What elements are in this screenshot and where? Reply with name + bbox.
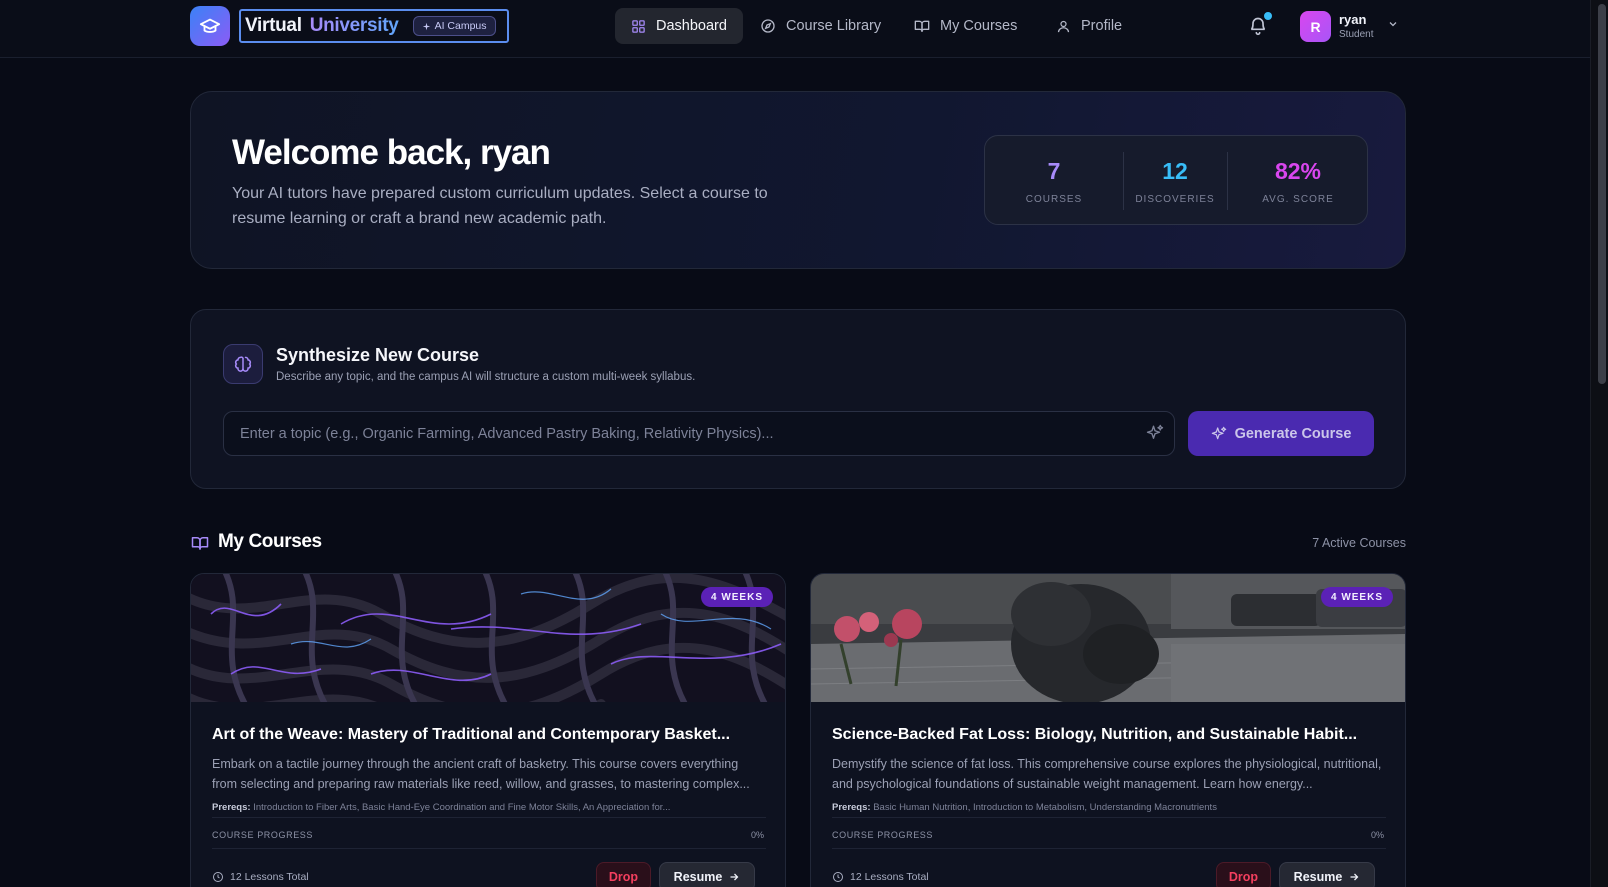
lessons-count: 12 Lessons Total	[832, 871, 929, 883]
course-title[interactable]: Science-Backed Fat Loss: Biology, Nutrit…	[832, 726, 1386, 744]
stat-courses: 7 COURSES	[985, 136, 1123, 226]
nav-profile[interactable]: Profile	[1040, 8, 1138, 44]
nav-profile-label: Profile	[1081, 18, 1123, 34]
stat-discoveries: 12 DISCOVERIES	[1123, 136, 1227, 226]
progress-percent: 0%	[1370, 830, 1384, 840]
user-name[interactable]: ryan	[1339, 12, 1366, 27]
nav-my-courses-label: My Courses	[940, 18, 1018, 34]
nav-course-library-label: Course Library	[786, 18, 882, 34]
welcome-card: Welcome back, ryan Your AI tutors have p…	[190, 91, 1406, 269]
course-description: Demystify the science of fat loss. This …	[832, 757, 1382, 791]
course-image-weave	[191, 574, 785, 702]
course-prereqs: Prereqs: Introduction to Fiber Arts, Bas…	[212, 802, 766, 813]
user-icon	[1057, 20, 1070, 32]
compass-icon	[761, 19, 775, 33]
progress-percent: 0%	[750, 830, 764, 840]
progress-label: COURSE PROGRESS	[832, 830, 934, 840]
lessons-count-label: 12 Lessons Total	[850, 871, 929, 883]
stat-courses-value: 7	[1047, 158, 1061, 184]
my-courses-heading: My Courses	[218, 531, 322, 552]
generate-course-label: Generate Course	[1234, 425, 1352, 442]
lessons-count: 12 Lessons Total	[212, 871, 309, 883]
arrow-right-icon	[1350, 873, 1359, 881]
synthesize-subtitle: Describe any topic, and the campus AI wi…	[276, 371, 696, 383]
brand-title[interactable]: Virtual University AI Campus	[239, 9, 509, 43]
book-open-icon	[191, 537, 209, 550]
stat-discoveries-value: 12	[1162, 158, 1188, 184]
prereqs-label: Prereqs:	[832, 802, 871, 813]
user-role: Student	[1339, 29, 1374, 40]
progress-bar	[212, 848, 766, 849]
top-navbar: Virtual University AI Campus Dashboard C…	[0, 0, 1590, 58]
brand-name-part1: Virtual	[245, 15, 302, 36]
book-open-icon	[914, 20, 930, 32]
stat-courses-label: COURSES	[1025, 194, 1083, 205]
lessons-count-label: 12 Lessons Total	[230, 871, 309, 883]
scrollbar-thumb[interactable]	[1598, 4, 1606, 384]
welcome-title: Welcome back, ryan	[232, 133, 551, 172]
active-courses-count: 7 Active Courses	[1312, 536, 1406, 550]
graduation-cap-icon	[199, 18, 221, 33]
graduation-cap-logo[interactable]	[190, 6, 230, 46]
synthesize-title: Synthesize New Course	[276, 345, 480, 365]
notification-dot	[1264, 12, 1272, 20]
resume-label: Resume	[1293, 870, 1343, 884]
resume-button[interactable]: Resume	[659, 862, 755, 887]
stat-avg-score-label: AVG. SCORE	[1262, 194, 1334, 205]
ai-campus-badge-label: AI Campus	[434, 20, 487, 32]
course-card[interactable]: 4 WEEKS Art of the Weave: Mastery of Tra…	[190, 573, 786, 887]
brain-icon	[234, 356, 252, 372]
stat-avg-score-value: 82%	[1274, 158, 1322, 184]
stats-panel: 7 COURSES 12 DISCOVERIES 82% AVG. SCORE	[984, 135, 1368, 225]
stat-avg-score: 82% AVG. SCORE	[1227, 136, 1369, 226]
chevron-down-icon[interactable]	[1387, 18, 1399, 30]
avatar[interactable]: R	[1300, 11, 1331, 42]
nav-course-library[interactable]: Course Library	[744, 8, 897, 44]
divider	[832, 817, 1386, 818]
duration-badge: 4 WEEKS	[1320, 587, 1393, 607]
progress-bar	[832, 848, 1386, 849]
arrow-right-icon	[730, 873, 739, 881]
course-image-street	[811, 574, 1405, 702]
welcome-message: Your AI tutors have prepared custom curr…	[232, 185, 768, 227]
clock-icon	[833, 872, 843, 882]
topic-input[interactable]	[223, 411, 1175, 456]
resume-button[interactable]: Resume	[1279, 862, 1375, 887]
nav-dashboard-label: Dashboard	[656, 18, 727, 34]
prereqs-text: Introduction to Fiber Arts, Basic Hand-E…	[253, 802, 671, 813]
sparkle-icon	[422, 22, 430, 30]
progress-label: COURSE PROGRESS	[212, 830, 314, 840]
prereqs-label: Prereqs:	[212, 802, 251, 813]
brand-name-part2: University	[309, 15, 399, 36]
nav-dashboard[interactable]: Dashboard	[615, 8, 743, 44]
ai-campus-badge: AI Campus	[412, 16, 496, 36]
grid-icon	[632, 19, 645, 33]
prereqs-text: Basic Human Nutrition, Introduction to M…	[873, 802, 1217, 813]
resume-label: Resume	[673, 870, 723, 884]
nav-my-courses[interactable]: My Courses	[898, 8, 1033, 44]
drop-button[interactable]: Drop	[1216, 862, 1271, 887]
drop-button[interactable]: Drop	[596, 862, 651, 887]
sparkles-icon	[1211, 426, 1226, 439]
sparkles-icon	[1146, 424, 1164, 439]
generate-course-button[interactable]: Generate Course	[1188, 411, 1374, 456]
clock-icon	[213, 872, 223, 882]
course-title[interactable]: Art of the Weave: Mastery of Traditional…	[212, 726, 766, 744]
divider	[212, 817, 766, 818]
duration-badge: 4 WEEKS	[700, 587, 773, 607]
synthesize-course-card: Synthesize New Course Describe any topic…	[190, 309, 1406, 489]
course-prereqs: Prereqs: Basic Human Nutrition, Introduc…	[832, 802, 1386, 813]
brain-icon-box	[223, 344, 263, 384]
stat-discoveries-label: DISCOVERIES	[1135, 194, 1215, 205]
course-card[interactable]: 4 WEEKS Science-Backed Fat Loss: Biology…	[810, 573, 1406, 887]
course-description: Embark on a tactile journey through the …	[212, 757, 750, 791]
